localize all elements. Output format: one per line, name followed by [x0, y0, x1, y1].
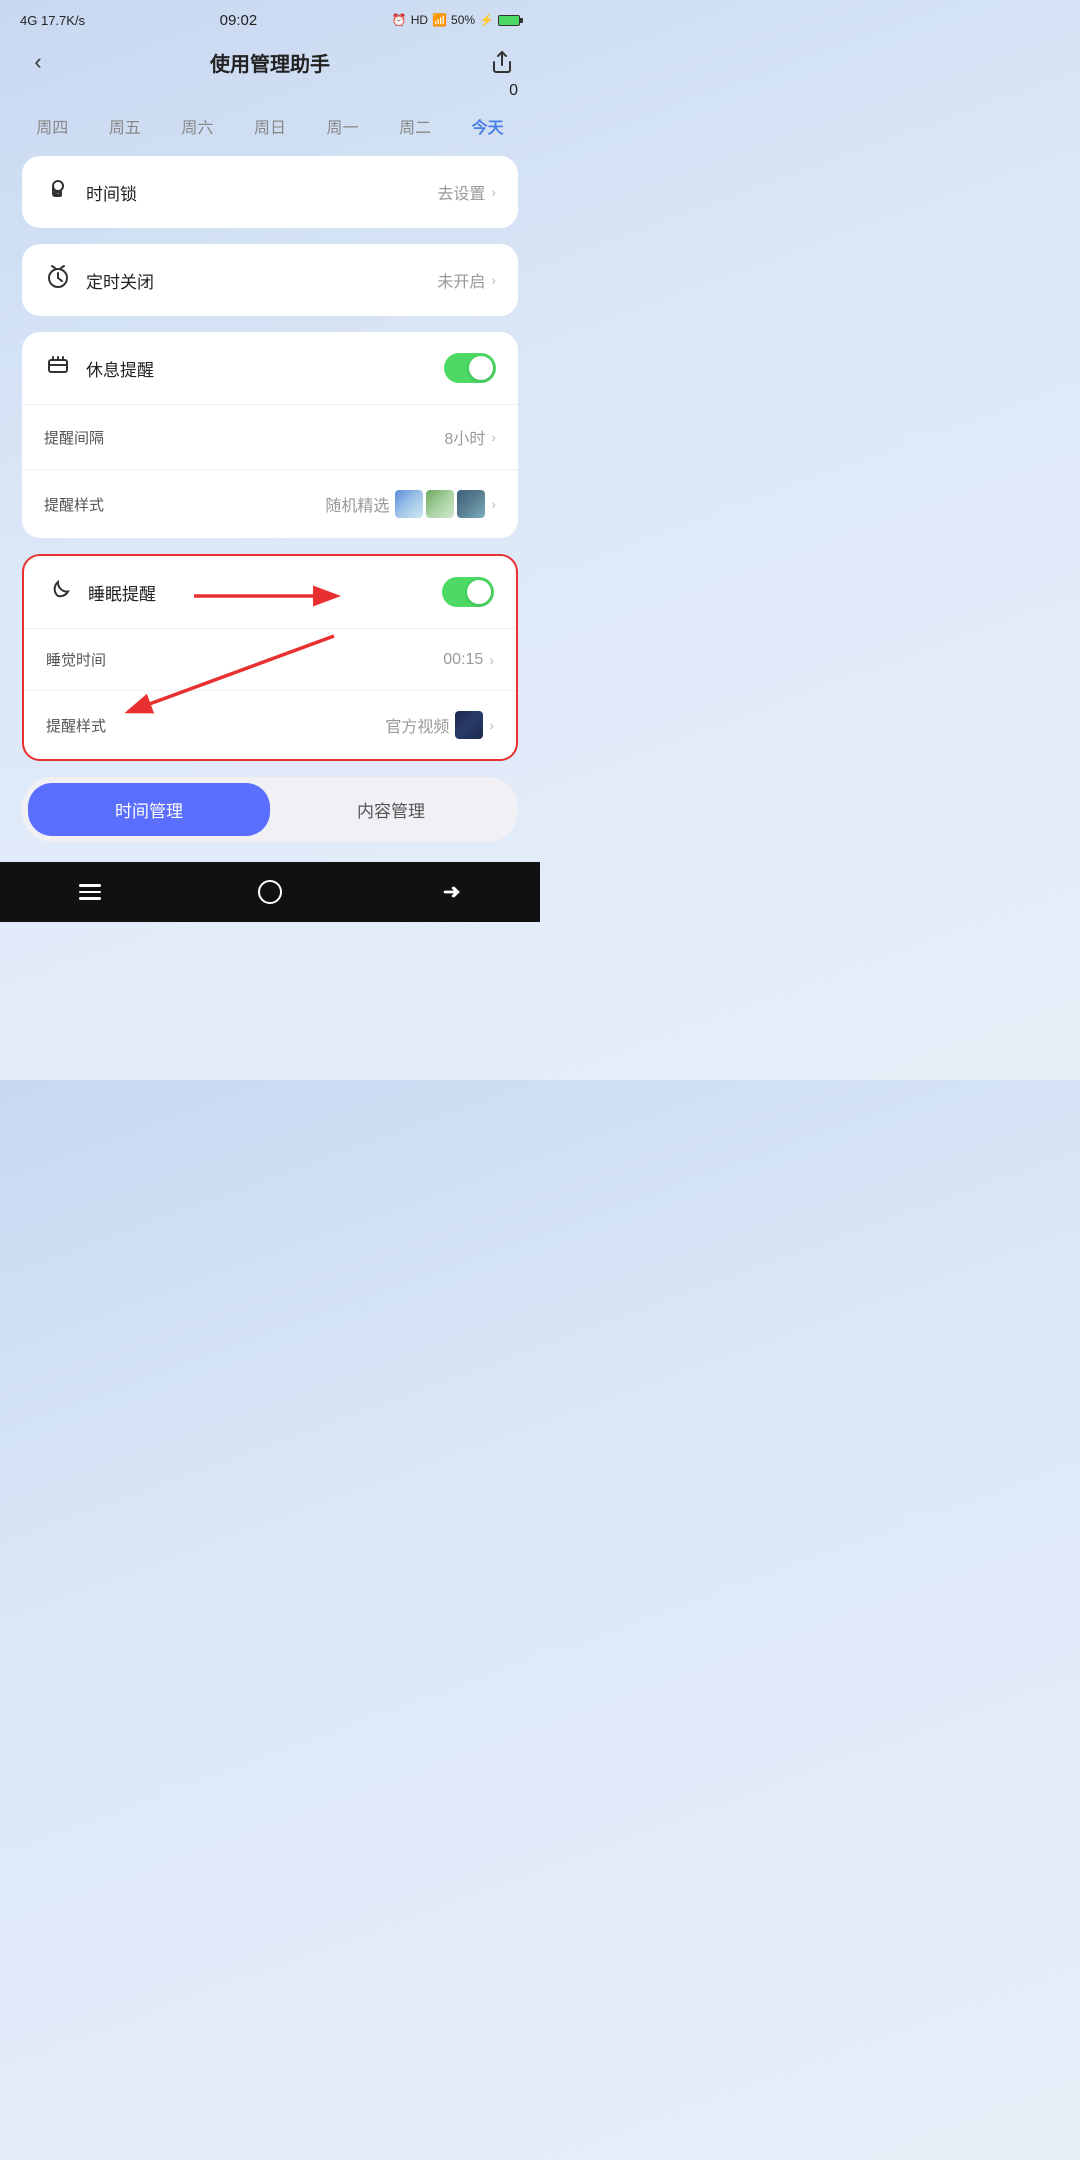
bottom-tabs: 时间管理 内容管理: [22, 777, 518, 842]
status-time: 09:02: [220, 12, 258, 29]
time-lock-action: 去设置: [437, 180, 485, 204]
day-tabs: 周四 周五 周六 周日 周一 周二 今天: [0, 104, 540, 156]
back-arrow-icon: [439, 881, 461, 903]
home-icon: [258, 880, 282, 904]
sleep-style-value: 官方视频: [385, 713, 449, 737]
rest-reminder-toggle[interactable]: [444, 353, 496, 383]
rest-reminder-main-row: 休息提醒: [22, 332, 518, 404]
sleep-reminder-card: 睡眠提醒 睡觉时间 00:15 › 提醒样式 官方视频 ›: [22, 554, 518, 761]
timer-off-chevron: ›: [491, 272, 496, 288]
rest-style-chevron: ›: [491, 496, 496, 512]
sleep-style-row[interactable]: 提醒样式 官方视频 ›: [24, 690, 516, 759]
sleep-reminder-label: 睡眠提醒: [88, 580, 156, 605]
sleep-style-label: 提醒样式: [46, 715, 106, 736]
sleep-thumbnails: [455, 711, 483, 739]
alarm-icon: ⏰: [392, 13, 407, 27]
battery-percent: 50%: [451, 13, 475, 27]
sleep-style-chevron: ›: [489, 717, 494, 733]
tab-tue[interactable]: 周二: [391, 110, 439, 142]
menu-icon: [79, 884, 101, 900]
thumb-2: [426, 490, 454, 518]
timer-off-icon: [44, 264, 72, 296]
sleep-time-chevron: ›: [489, 652, 494, 668]
status-right: ⏰ HD 📶 50% ⚡: [392, 13, 520, 27]
sleep-time-row[interactable]: 睡觉时间 00:15 ›: [24, 628, 516, 690]
interval-value: 8小时: [444, 425, 485, 449]
timer-off-card: 定时关闭 未开启 ›: [22, 244, 518, 316]
time-lock-label: 时间锁: [86, 180, 137, 205]
hd-badge: HD: [411, 13, 428, 27]
tab-content-management[interactable]: 内容管理: [270, 783, 512, 836]
rest-style-value: 随机精选: [325, 492, 389, 516]
time-lock-card: 时间锁 去设置 ›: [22, 156, 518, 228]
timer-off-action: 未开启: [437, 268, 485, 292]
timer-off-label: 定时关闭: [86, 268, 154, 293]
tab-sat[interactable]: 周六: [173, 110, 221, 142]
status-network: 4G 17.7K/s: [20, 13, 85, 28]
sleep-time-label: 睡觉时间: [46, 649, 106, 670]
page-title: 使用管理助手: [210, 48, 330, 77]
tab-fri[interactable]: 周五: [101, 110, 149, 142]
sleep-reminder-main-row: 睡眠提醒: [24, 556, 516, 628]
rest-reminder-style-row[interactable]: 提醒样式 随机精选 ›: [22, 469, 518, 538]
time-lock-row[interactable]: 时间锁 去设置 ›: [22, 156, 518, 228]
nav-back-button[interactable]: [426, 868, 474, 916]
tab-time-management[interactable]: 时间管理: [28, 783, 270, 836]
tab-mon[interactable]: 周一: [319, 110, 367, 142]
share-button[interactable]: [484, 44, 520, 80]
rest-thumbnails: [395, 490, 485, 518]
charging-icon: ⚡: [479, 13, 494, 27]
battery-icon: [498, 15, 520, 26]
timer-off-row[interactable]: 定时关闭 未开启 ›: [22, 244, 518, 316]
rest-reminder-icon: [44, 352, 72, 384]
interval-chevron: ›: [491, 429, 496, 445]
wifi-icon: 📶: [432, 13, 447, 27]
header: ‹ 使用管理助手: [0, 36, 540, 88]
status-bar: 4G 17.7K/s 09:02 ⏰ HD 📶 50% ⚡: [0, 0, 540, 36]
rest-reminder-card: 休息提醒 提醒间隔 8小时 › 提醒样式 随机精选 ›: [22, 332, 518, 538]
tab-thu[interactable]: 周四: [28, 110, 76, 142]
interval-label: 提醒间隔: [44, 427, 104, 448]
sleep-time-value: 00:15: [443, 651, 483, 669]
nav-menu-button[interactable]: [66, 868, 114, 916]
thumb-3: [457, 490, 485, 518]
back-button[interactable]: ‹: [20, 44, 56, 80]
thumb-1: [395, 490, 423, 518]
rest-style-label: 提醒样式: [44, 494, 104, 515]
time-lock-icon: [44, 176, 72, 208]
tab-today[interactable]: 今天: [464, 110, 512, 142]
tab-sun[interactable]: 周日: [246, 110, 294, 142]
sleep-reminder-icon: [46, 576, 74, 608]
rest-reminder-label: 休息提醒: [86, 356, 154, 381]
nav-home-button[interactable]: [246, 868, 294, 916]
sleep-reminder-toggle[interactable]: [442, 577, 494, 607]
sleep-thumb: [455, 711, 483, 739]
rest-reminder-interval-row[interactable]: 提醒间隔 8小时 ›: [22, 404, 518, 469]
time-lock-chevron: ›: [491, 184, 496, 200]
nav-bar: [0, 862, 540, 922]
